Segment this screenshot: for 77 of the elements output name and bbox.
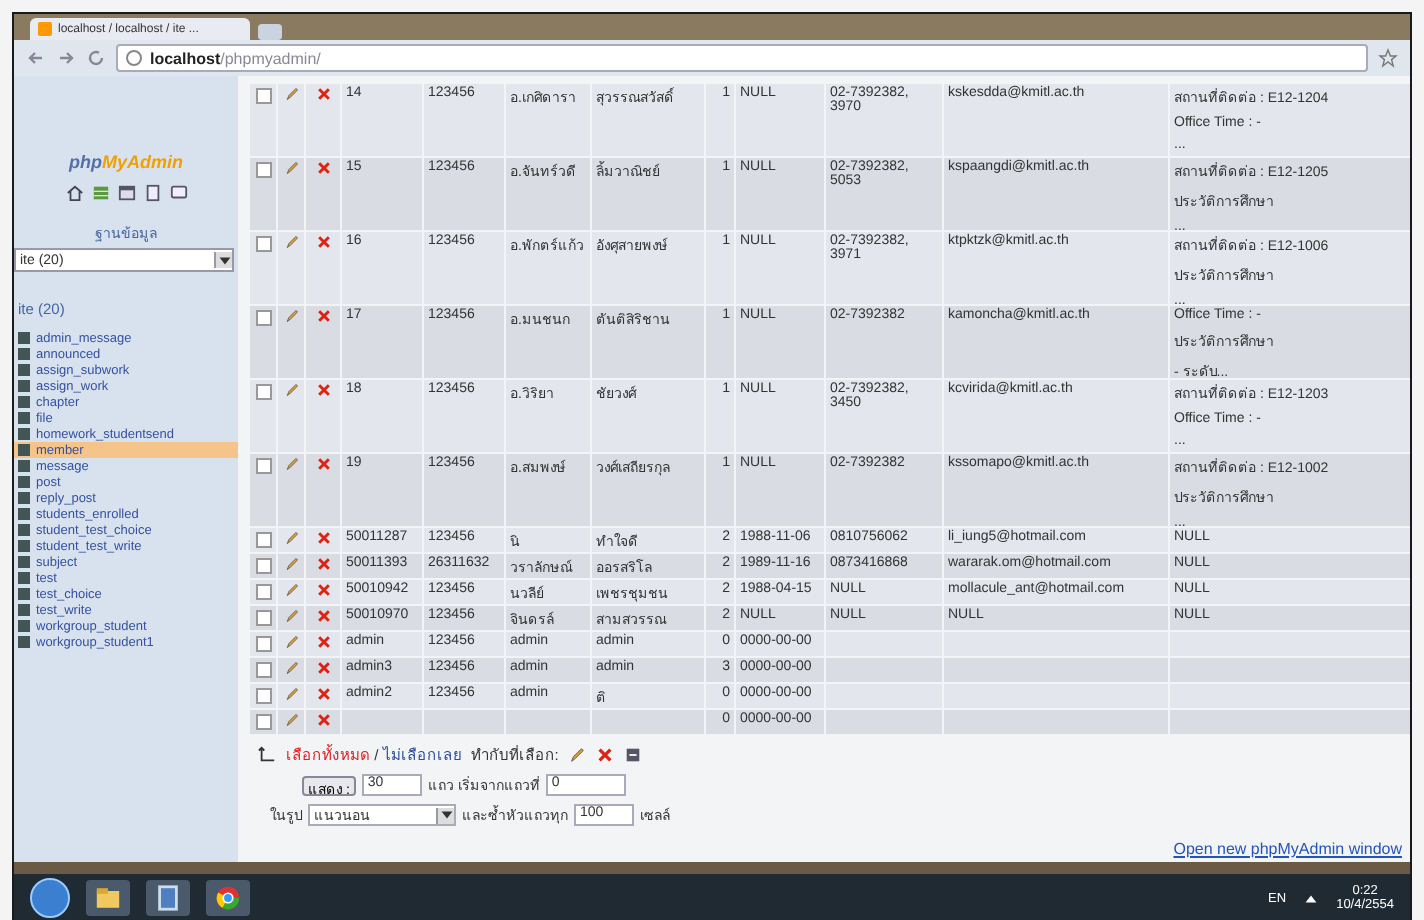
row-checkbox[interactable]: [255, 558, 271, 574]
delete-icon[interactable]: [315, 634, 331, 650]
table-icon[interactable]: [91, 184, 109, 202]
checkbox-cell[interactable]: [250, 684, 276, 708]
delete-icon[interactable]: [315, 582, 331, 598]
delete-icon[interactable]: [315, 660, 331, 676]
delete-icon[interactable]: [315, 86, 331, 102]
document-icon[interactable]: [143, 184, 161, 202]
row-checkbox[interactable]: [255, 384, 271, 400]
row-checkbox[interactable]: [255, 662, 271, 678]
export-icon[interactable]: [624, 745, 643, 763]
pencil-icon[interactable]: [283, 86, 299, 102]
row-checkbox[interactable]: [255, 310, 271, 326]
delete-icon[interactable]: [315, 456, 331, 472]
taskbar-app[interactable]: [146, 880, 190, 916]
row-checkbox[interactable]: [255, 162, 271, 178]
checkbox-cell[interactable]: [250, 580, 276, 604]
home-icon[interactable]: [65, 184, 83, 202]
pencil-icon[interactable]: [283, 234, 299, 250]
dropdown-arrow-icon: [215, 251, 233, 269]
row-checkbox[interactable]: [255, 610, 271, 626]
delete-icon[interactable]: [315, 160, 331, 176]
taskbar-app[interactable]: [86, 880, 130, 916]
address-bar[interactable]: localhost/phpmyadmin/: [116, 44, 1368, 72]
delete-icon[interactable]: [315, 308, 331, 324]
row-checkbox[interactable]: [255, 88, 271, 104]
row-checkbox[interactable]: [255, 236, 271, 252]
pencil-icon[interactable]: [283, 308, 299, 324]
checkbox-cell[interactable]: [250, 454, 276, 526]
document-icon: [154, 884, 182, 912]
reload-icon[interactable]: [86, 48, 106, 68]
back-icon[interactable]: [26, 48, 46, 68]
delete-icon[interactable]: [315, 530, 331, 546]
checkbox-cell[interactable]: [250, 658, 276, 682]
new-tab-button[interactable]: [258, 24, 282, 40]
phpmyadmin-logo[interactable]: phpMyAdmin: [14, 152, 238, 172]
row-checkbox[interactable]: [255, 584, 271, 600]
delete-icon[interactable]: [315, 556, 331, 572]
star-icon[interactable]: [1378, 48, 1398, 68]
row-checkbox[interactable]: [255, 532, 271, 548]
pencil-icon[interactable]: [568, 745, 587, 763]
checkbox-cell[interactable]: [250, 710, 276, 734]
forward-icon[interactable]: [56, 48, 76, 68]
checkbox-cell[interactable]: [250, 528, 276, 552]
pencil-icon[interactable]: [283, 160, 299, 176]
checkbox-cell[interactable]: [250, 632, 276, 656]
delete-icon[interactable]: [315, 712, 331, 728]
globe-icon: [124, 48, 144, 68]
checkbox-cell[interactable]: [250, 606, 276, 630]
window-icon[interactable]: [117, 184, 135, 202]
taskbar-app[interactable]: [206, 880, 250, 916]
checkbox-cell[interactable]: [250, 84, 276, 156]
row-checkbox[interactable]: [255, 714, 271, 730]
checkbox-cell[interactable]: [250, 380, 276, 452]
delete-icon[interactable]: [315, 686, 331, 702]
delete-icon[interactable]: [315, 234, 331, 250]
checkbox-cell[interactable]: [250, 232, 276, 304]
page-icon: [38, 22, 52, 36]
checkbox-cell[interactable]: [250, 554, 276, 578]
corner-arrow-icon: [258, 745, 276, 763]
pencil-icon[interactable]: [283, 456, 299, 472]
address-text: localhost/phpmyadmin/: [148, 49, 321, 67]
row-checkbox[interactable]: [255, 458, 271, 474]
row-checkbox[interactable]: [255, 636, 271, 652]
browser-icon: [214, 884, 242, 912]
delete-icon[interactable]: [315, 382, 331, 398]
open-window-link[interactable]: Open new phpMyAdmin window: [1173, 840, 1402, 858]
comment-icon[interactable]: [169, 184, 187, 202]
delete-icon[interactable]: [596, 745, 615, 763]
start-button[interactable]: [30, 878, 70, 918]
delete-icon[interactable]: [315, 608, 331, 624]
dropdown-arrow-icon: [437, 806, 455, 824]
checkbox-cell[interactable]: [250, 158, 276, 230]
folder-icon: [94, 884, 122, 912]
pencil-icon[interactable]: [283, 382, 299, 398]
row-checkbox[interactable]: [255, 688, 271, 704]
checkbox-cell[interactable]: [250, 306, 276, 378]
